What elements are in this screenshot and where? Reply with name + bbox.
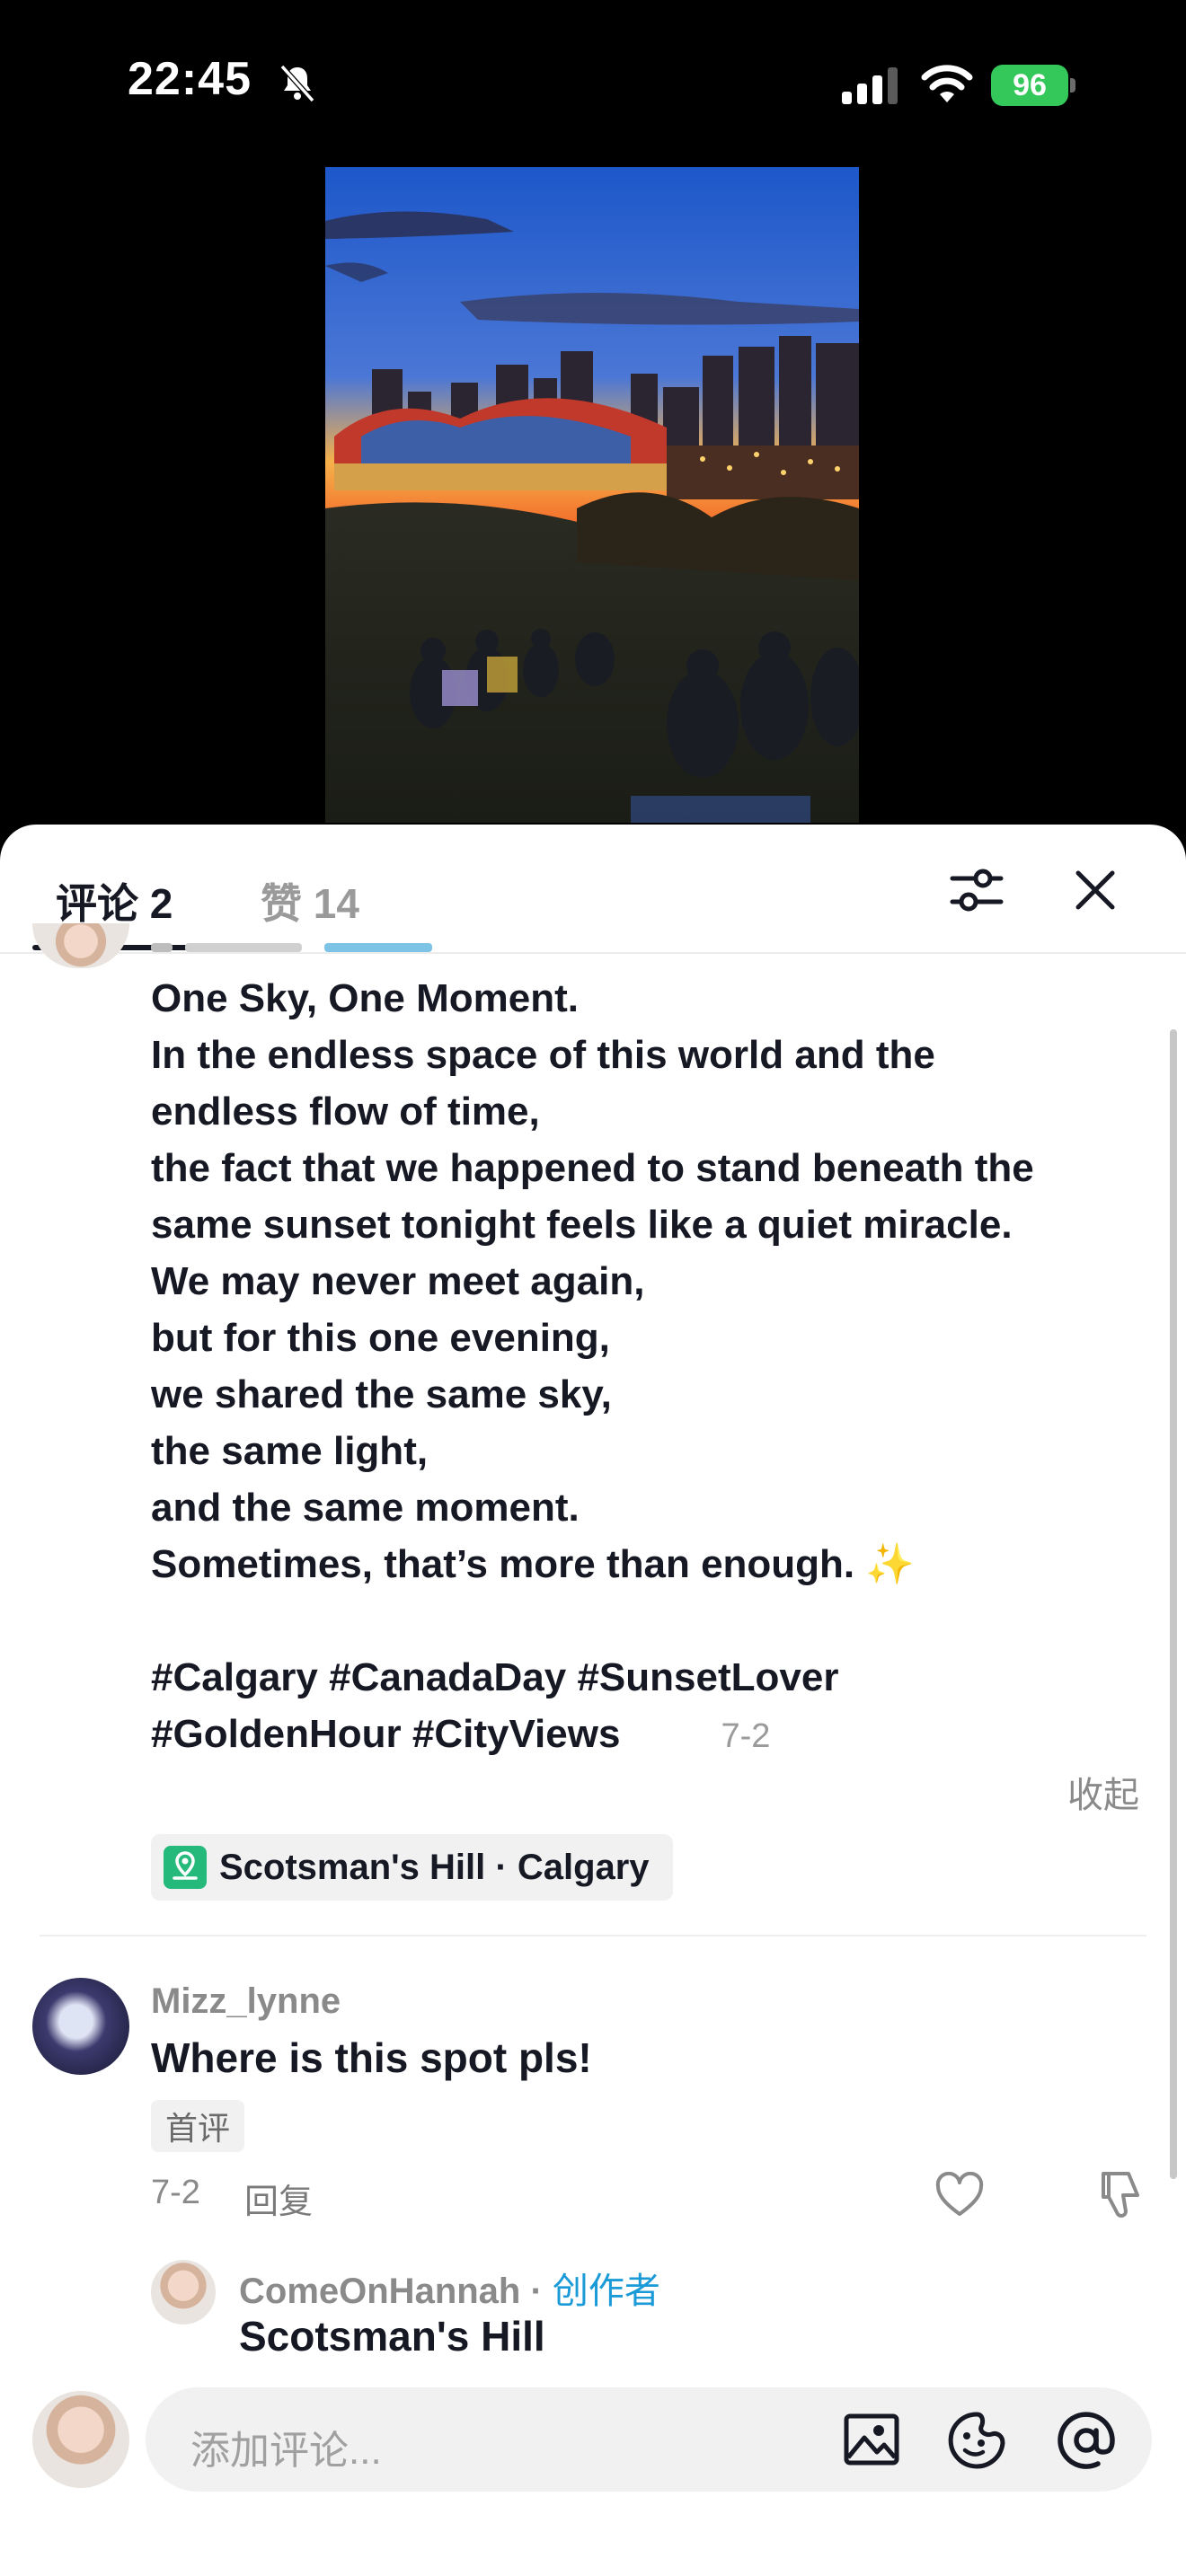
- location-chip[interactable]: Scotsman's Hill · Calgary: [151, 1834, 673, 1901]
- comment-input-bar: 添加评论...: [0, 2378, 1186, 2576]
- sparkle-emoji: ✨: [865, 1542, 916, 1586]
- scrollbar[interactable]: [1170, 1029, 1177, 2179]
- caption-line: same sunset tonight feels like a quiet m…: [151, 1203, 1013, 1247]
- caption-line: and the same moment.: [151, 1486, 580, 1530]
- caption-line: One Sky, One Moment.: [151, 976, 579, 1020]
- hashtags-line-2: #GoldenHour #CityViews 7-2: [151, 1706, 1157, 1765]
- comment-input-placeholder: 添加评论...: [190, 2429, 382, 2473]
- comment-input[interactable]: 添加评论...: [146, 2387, 1152, 2492]
- caption-line: but for this one evening,: [151, 1316, 610, 1360]
- author-avatar[interactable]: [32, 923, 129, 968]
- tab-likes[interactable]: 赞 14: [261, 871, 359, 931]
- bell-muted-icon: [279, 64, 315, 103]
- reply-button[interactable]: 回复: [244, 2174, 313, 2223]
- divider: [40, 1935, 1146, 1936]
- cellular-signal-icon: [842, 67, 898, 104]
- reply-separator: ·: [520, 2272, 553, 2311]
- caption-line: the fact that we happened to stand benea…: [151, 1146, 1034, 1190]
- reply-username-row: ComeOnHannah · 创作者: [239, 2262, 660, 2314]
- image-icon[interactable]: [843, 2413, 900, 2466]
- battery-indicator: 96: [991, 65, 1077, 106]
- filter-icon[interactable]: [947, 860, 1006, 920]
- reply-username[interactable]: ComeOnHannah: [239, 2272, 520, 2311]
- caption-line: In the endless space of this world and t…: [151, 1033, 935, 1077]
- heart-icon[interactable]: [934, 2172, 985, 2219]
- reply-avatar[interactable]: [151, 2260, 216, 2325]
- hashtags-line[interactable]: #Calgary #CanadaDay #SunsetLover: [151, 1649, 1157, 1706]
- post-caption: One Sky, One Moment. In the endless spac…: [151, 970, 1157, 1765]
- first-comment-badge: 首评: [151, 2100, 245, 2152]
- commenter-avatar[interactable]: [32, 1978, 129, 2075]
- emoji-icon[interactable]: [947, 2411, 1006, 2470]
- location-label: Scotsman's Hill · Calgary: [219, 1847, 650, 1887]
- battery-cap: [1070, 78, 1075, 93]
- hashtags[interactable]: #GoldenHour #CityViews: [151, 1712, 620, 1756]
- close-icon[interactable]: [1067, 862, 1123, 918]
- author-name-partial: [151, 936, 654, 952]
- comment-date: 7-2: [151, 2174, 200, 2211]
- comment-tabs: 评论 2 赞 14: [0, 825, 1186, 954]
- status-time: 22:45: [128, 53, 252, 105]
- reply-text: Scotsman's Hill: [239, 2313, 545, 2360]
- caption-line-last: Sometimes, that’s more than enough. ✨: [151, 1536, 1157, 1592]
- caption-line: Sometimes, that’s more than enough.: [151, 1542, 855, 1586]
- commenter-username[interactable]: Mizz_lynne: [151, 1981, 341, 2022]
- dislike-icon[interactable]: [1096, 2168, 1145, 2220]
- comment-text: Where is this spot pls!: [151, 2034, 592, 2081]
- collapse-button[interactable]: 收起: [1067, 1766, 1139, 1818]
- battery-level: 96: [1013, 68, 1047, 102]
- status-bar: 22:45 96: [0, 0, 1186, 162]
- wifi-icon: [921, 65, 973, 102]
- caption-line: we shared the same sky,: [151, 1372, 612, 1416]
- comment-sheet: 评论 2 赞 14 One Sky, One Moment. In the en…: [0, 825, 1186, 2576]
- post-date: 7-2: [721, 1717, 771, 1755]
- caption-line: We may never meet again,: [151, 1259, 645, 1303]
- creator-tag: 创作者: [552, 2272, 660, 2311]
- my-avatar[interactable]: [32, 2391, 129, 2488]
- tab-comments[interactable]: 评论 2: [56, 871, 173, 931]
- caption-line: the same light,: [151, 1429, 429, 1473]
- location-pin-icon: [164, 1846, 207, 1889]
- video-player[interactable]: [325, 167, 859, 823]
- video-frame-image: [325, 167, 859, 823]
- caption-line: endless flow of time,: [151, 1090, 540, 1134]
- mention-icon[interactable]: [1055, 2409, 1118, 2472]
